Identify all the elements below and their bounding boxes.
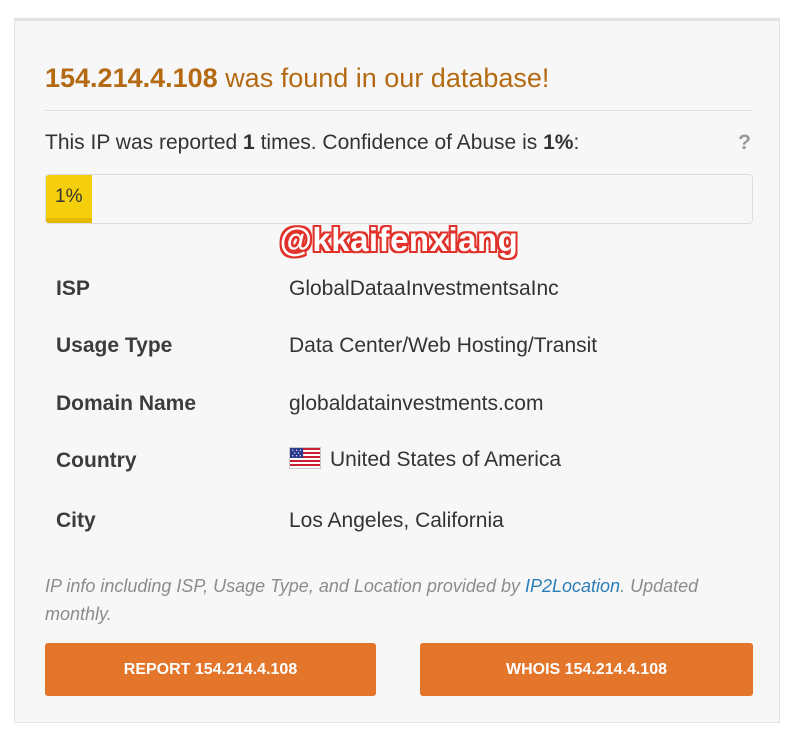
us-flag-icon [289, 447, 321, 469]
city-label: City [56, 509, 96, 532]
domain-value: globaldatainvestments.com [289, 392, 544, 415]
report-count: 1 [243, 131, 255, 154]
found-text: was found in our database! [225, 63, 550, 93]
note-text: IP info including ISP, Usage Type, and L… [45, 576, 520, 596]
report-suffix: : [573, 131, 580, 154]
country-value: United States of America [289, 447, 561, 472]
report-summary: This IP was reported 1 times. Confidence… [45, 131, 579, 155]
isp-value: GlobalDataaInvestmentsaInc [289, 277, 559, 300]
domain-label: Domain Name [56, 392, 197, 415]
ip2location-link[interactable]: IP2Location [525, 576, 620, 596]
ip-result-card: 154.214.4.108 was found in our database!… [14, 18, 780, 723]
divider [45, 110, 753, 111]
help-icon[interactable]: ? [738, 131, 751, 155]
result-title: 154.214.4.108 was found in our database! [45, 63, 549, 94]
usage-type-label: Usage Type [56, 334, 173, 357]
progress-fill: 1% [46, 175, 92, 223]
ip-address: 154.214.4.108 [45, 63, 218, 93]
country-name: United States of America [330, 448, 562, 471]
progress-label: 1% [55, 186, 83, 207]
watermark-text: @kkaifenxiang [279, 221, 519, 258]
country-label: Country [56, 449, 137, 472]
city-value: Los Angeles, California [289, 509, 504, 532]
whois-ip-button[interactable]: WHOIS 154.214.4.108 [420, 643, 753, 696]
confidence-progress-bar: 1% [45, 174, 753, 224]
data-source-note: IP info including ISP, Usage Type, and L… [45, 572, 753, 628]
usage-type-value: Data Center/Web Hosting/Transit [289, 334, 598, 357]
report-ip-button[interactable]: REPORT 154.214.4.108 [45, 643, 376, 696]
isp-label: ISP [56, 277, 90, 300]
confidence-value: 1% [543, 131, 574, 154]
report-middle: times. Confidence of Abuse is [260, 131, 538, 154]
report-prefix: This IP was reported [45, 131, 238, 154]
